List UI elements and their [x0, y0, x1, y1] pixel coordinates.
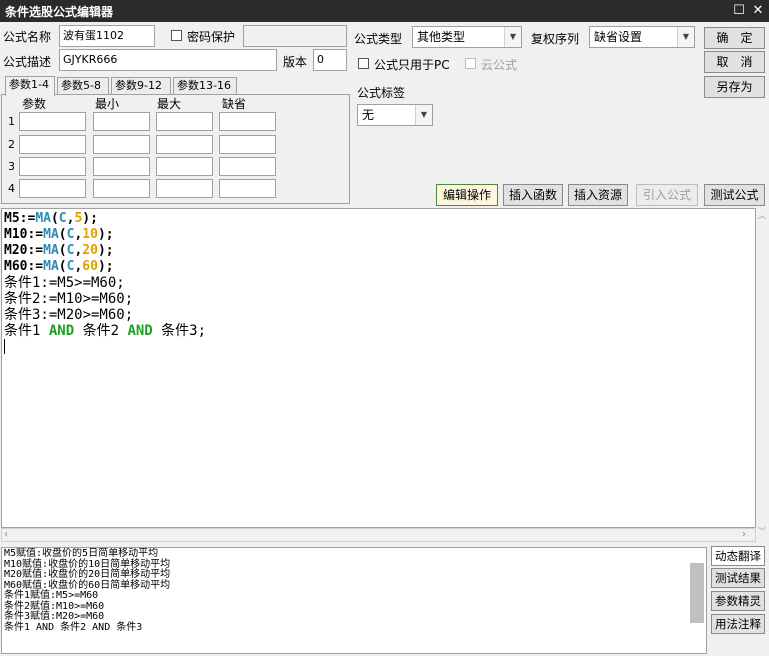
- title-bar: 条件选股公式编辑器 ☐ ✕: [0, 0, 769, 22]
- chevron-up-icon[interactable]: ︿: [758, 210, 766, 221]
- chevron-down-icon[interactable]: ﹀: [758, 526, 766, 537]
- password-checkbox[interactable]: [171, 30, 182, 41]
- type-select[interactable]: 其他类型 ▼: [412, 26, 522, 48]
- param-wizard-button[interactable]: 参数精灵: [711, 591, 765, 611]
- editor-vertical-scrollbar[interactable]: ︿ ﹀: [756, 208, 768, 542]
- chevron-down-icon: ▼: [415, 105, 432, 125]
- output-line: 条件2赋值:M10>=M60: [4, 600, 105, 612]
- code-line: 条件3:=M20>=M60;: [4, 307, 134, 323]
- version-label: 版本: [283, 55, 308, 69]
- code-line: M10:=MA(C,10);: [4, 227, 114, 242]
- param-min-4[interactable]: [93, 179, 150, 198]
- code-line: M60:=MA(C,60);: [4, 259, 114, 274]
- output-line: 条件3赋值:M20>=M60: [4, 611, 105, 622]
- name-label: 公式名称: [3, 30, 52, 44]
- code-line: [4, 339, 753, 355]
- output-line: M5赋值:收盘价的5日简单移动平均: [4, 548, 159, 559]
- chevron-down-icon: ▼: [504, 27, 521, 47]
- output-line: M60赋值:收盘价的60日简单移动平均: [4, 579, 171, 591]
- tag-select[interactable]: 无 ▼: [357, 104, 433, 126]
- chevron-left-icon[interactable]: ‹: [4, 529, 8, 540]
- code-line: M5:=MA(C,5);: [4, 211, 98, 226]
- version-input[interactable]: 0: [313, 49, 347, 71]
- param-max-1[interactable]: [156, 112, 213, 131]
- text-cursor: [4, 339, 5, 354]
- param-min-3[interactable]: [93, 157, 150, 176]
- chevron-down-icon: ▼: [677, 27, 694, 47]
- param-max-4[interactable]: [156, 179, 213, 198]
- save-as-button[interactable]: 另存为: [704, 76, 765, 98]
- output-line: 条件1赋值:M5>=M60: [4, 590, 99, 601]
- max-header: 最大: [157, 97, 182, 111]
- desc-label: 公式描述: [3, 55, 52, 69]
- param-max-3[interactable]: [156, 157, 213, 176]
- param-max-2[interactable]: [156, 135, 213, 154]
- test-formula-button[interactable]: 测试公式: [704, 184, 765, 206]
- tab-params-5-8[interactable]: 参数5-8: [57, 77, 109, 95]
- code-editor[interactable]: M5:=MA(C,5); M10:=MA(C,10); M20:=MA(C,20…: [1, 208, 756, 528]
- row-number: 3: [8, 160, 15, 173]
- param-name-4[interactable]: [19, 179, 86, 198]
- password-label: 密码保护: [187, 30, 236, 44]
- pc-only-checkbox[interactable]: [358, 58, 369, 69]
- output-scrollbar-thumb[interactable]: [690, 563, 704, 623]
- param-min-1[interactable]: [93, 112, 150, 131]
- type-value: 其他类型: [417, 30, 466, 44]
- param-default-4[interactable]: [219, 179, 276, 198]
- cloud-label: 云公式: [481, 58, 518, 72]
- output-line: M20赋值:收盘价的20日简单移动平均: [4, 569, 171, 580]
- tab-params-9-12[interactable]: 参数9-12: [111, 77, 171, 95]
- output-line: 条件1 AND 条件2 AND 条件3: [4, 621, 143, 633]
- code-line: 条件2:=M10>=M60;: [4, 291, 134, 307]
- close-icon[interactable]: ✕: [749, 2, 767, 20]
- type-label: 公式类型: [354, 32, 403, 46]
- window-title: 条件选股公式编辑器: [5, 5, 114, 19]
- row-number: 1: [8, 115, 15, 128]
- maximize-icon[interactable]: ☐: [730, 2, 748, 20]
- param-name-2[interactable]: [19, 135, 86, 154]
- import-formula-button[interactable]: 引入公式: [636, 184, 698, 206]
- row-number: 4: [8, 182, 15, 195]
- ok-button[interactable]: 确 定: [704, 27, 765, 49]
- insert-function-button[interactable]: 插入函数: [503, 184, 563, 206]
- param-name-1[interactable]: [19, 112, 86, 131]
- translation-output: M5赋值:收盘价的5日简单移动平均 M10赋值:收盘价的10日简单移动平均 M2…: [1, 547, 707, 654]
- min-header: 最小: [95, 97, 120, 111]
- test-result-button[interactable]: 测试结果: [711, 568, 765, 588]
- param-default-2[interactable]: [219, 135, 276, 154]
- param-panel: 参数 最小 最大 缺省 1 2 3 4: [1, 94, 350, 204]
- password-input[interactable]: [243, 25, 347, 47]
- rights-label: 复权序列: [531, 32, 580, 46]
- chevron-right-icon[interactable]: ›: [742, 529, 746, 540]
- code-line: 条件1:=M5>=M60;: [4, 275, 125, 291]
- rights-value: 缺省设置: [594, 30, 643, 44]
- pc-only-label: 公式只用于PC: [374, 58, 450, 72]
- code-line: M20:=MA(C,20);: [4, 243, 114, 258]
- code-line: 条件1 AND 条件2 AND 条件3;: [4, 323, 207, 339]
- usage-notes-button[interactable]: 用法注释: [711, 614, 765, 634]
- edit-ops-button[interactable]: 编辑操作: [436, 184, 498, 206]
- rights-select[interactable]: 缺省设置 ▼: [589, 26, 695, 48]
- tag-label: 公式标签: [357, 86, 406, 100]
- dynamic-translate-button[interactable]: 动态翻译: [711, 546, 765, 566]
- default-header: 缺省: [222, 97, 247, 111]
- param-min-2[interactable]: [93, 135, 150, 154]
- param-default-3[interactable]: [219, 157, 276, 176]
- editor-horizontal-scrollbar[interactable]: ‹ ›: [1, 528, 756, 542]
- cancel-button[interactable]: 取 消: [704, 51, 765, 73]
- insert-resource-button[interactable]: 插入资源: [568, 184, 628, 206]
- row-number: 2: [8, 138, 15, 151]
- tag-value: 无: [362, 108, 375, 122]
- cloud-checkbox[interactable]: [465, 58, 476, 69]
- tab-params-1-4[interactable]: 参数1-4: [5, 76, 55, 96]
- param-header: 参数: [22, 97, 47, 111]
- tab-params-13-16[interactable]: 参数13-16: [173, 77, 237, 95]
- desc-input[interactable]: GJYKR666: [59, 49, 277, 71]
- name-input[interactable]: 波有蛋1102: [59, 25, 155, 47]
- param-name-3[interactable]: [19, 157, 86, 176]
- param-default-1[interactable]: [219, 112, 276, 131]
